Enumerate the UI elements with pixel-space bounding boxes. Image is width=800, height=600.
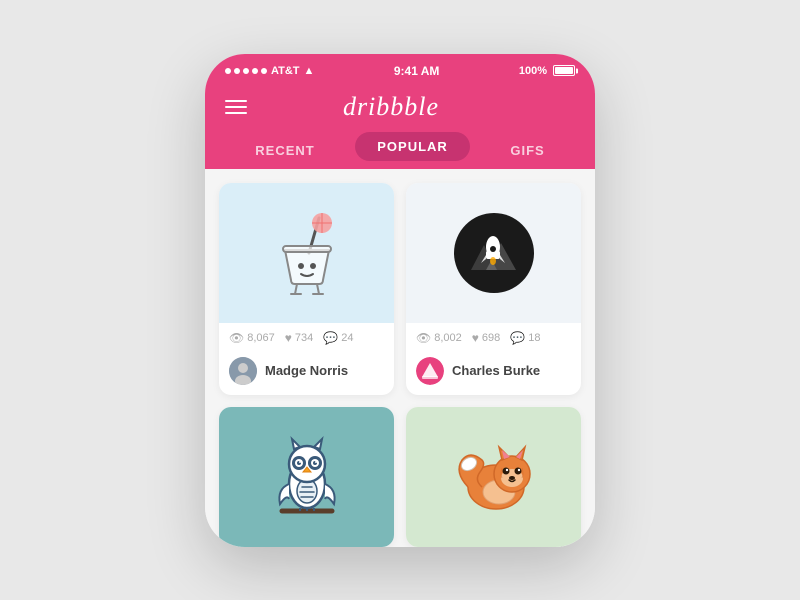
- comments-count-1: 24: [341, 332, 353, 344]
- likes-2: ♥ 698: [472, 331, 500, 345]
- comments-count-2: 18: [528, 332, 540, 344]
- hamburger-line-1: [225, 100, 247, 102]
- battery-fill: [555, 67, 573, 74]
- battery-percent: 100%: [519, 65, 547, 77]
- avatar-1: [229, 357, 257, 385]
- views-icon-1: 👁: [229, 331, 244, 345]
- status-bar: AT&T ▲ 9:41 AM 100%: [205, 54, 595, 84]
- battery-icon: [553, 65, 575, 76]
- likes-1: ♥ 734: [285, 331, 313, 345]
- likes-icon-1: ♥: [285, 331, 292, 345]
- status-left: AT&T ▲: [225, 65, 314, 77]
- phone-frame: AT&T ▲ 9:41 AM 100% dribbble RECENT: [205, 54, 595, 547]
- card-owl[interactable]: [219, 407, 394, 547]
- main-content: 👁 8,067 ♥ 734 💬 24: [205, 169, 595, 547]
- views-1: 👁 8,067: [229, 331, 275, 345]
- header-nav: dribbble: [225, 92, 575, 132]
- app-logo: dribbble: [343, 92, 439, 122]
- fox-illustration: [444, 432, 544, 522]
- card-image-rocket: [406, 183, 581, 323]
- likes-count-2: 698: [482, 332, 500, 344]
- views-count-2: 8,002: [434, 332, 462, 344]
- dot-2: [234, 68, 240, 74]
- dot-4: [252, 68, 258, 74]
- tab-bar: RECENT POPULAR GIFS: [225, 132, 575, 169]
- cards-grid: 👁 8,067 ♥ 734 💬 24: [219, 183, 581, 547]
- card-image-drink: [219, 183, 394, 323]
- views-count-1: 8,067: [247, 332, 275, 344]
- dot-3: [243, 68, 249, 74]
- status-right: 100%: [519, 65, 575, 77]
- card-meta-1: 👁 8,067 ♥ 734 💬 24: [219, 323, 394, 353]
- rocket-circle: [454, 213, 534, 293]
- likes-count-1: 734: [295, 332, 313, 344]
- author-2[interactable]: Charles Burke: [406, 353, 581, 395]
- card-meta-2: 👁 8,002 ♥ 698 💬 18: [406, 323, 581, 353]
- views-2: 👁 8,002: [416, 331, 462, 345]
- tab-gifs[interactable]: GIFS: [490, 133, 564, 168]
- views-icon-2: 👁: [416, 331, 431, 345]
- card-image-fox: [406, 407, 581, 547]
- comments-icon-1: 💬: [323, 331, 338, 345]
- author-name-2: Charles Burke: [452, 363, 540, 378]
- dot-1: [225, 68, 231, 74]
- battery-bar: [553, 65, 575, 76]
- card-fox[interactable]: [406, 407, 581, 547]
- hamburger-line-3: [225, 112, 247, 114]
- author-name-1: Madge Norris: [265, 363, 348, 378]
- tab-popular[interactable]: POPULAR: [355, 132, 470, 161]
- owl-illustration: [272, 429, 342, 524]
- card-image-owl: [219, 407, 394, 547]
- likes-icon-2: ♥: [472, 331, 479, 345]
- carrier-text: AT&T: [271, 65, 300, 77]
- card-drink[interactable]: 👁 8,067 ♥ 734 💬 24: [219, 183, 394, 395]
- drink-illustration: [267, 208, 347, 298]
- avatar-img-2: [416, 357, 444, 385]
- avatar-2: [416, 357, 444, 385]
- comments-2: 💬 18: [510, 331, 540, 345]
- author-1[interactable]: Madge Norris: [219, 353, 394, 395]
- tab-recent[interactable]: RECENT: [235, 133, 334, 168]
- dot-5: [261, 68, 267, 74]
- signal-dots: [225, 68, 267, 74]
- app-header: dribbble RECENT POPULAR GIFS: [205, 84, 595, 169]
- comments-1: 💬 24: [323, 331, 353, 345]
- avatar-img-1: [229, 357, 257, 385]
- time-display: 9:41 AM: [394, 64, 440, 78]
- wifi-icon: ▲: [304, 65, 315, 77]
- hamburger-line-2: [225, 106, 247, 108]
- card-rocket[interactable]: 👁 8,002 ♥ 698 💬 18: [406, 183, 581, 395]
- comments-icon-2: 💬: [510, 331, 525, 345]
- hamburger-menu[interactable]: [225, 100, 247, 114]
- rocket-illustration: [466, 225, 521, 280]
